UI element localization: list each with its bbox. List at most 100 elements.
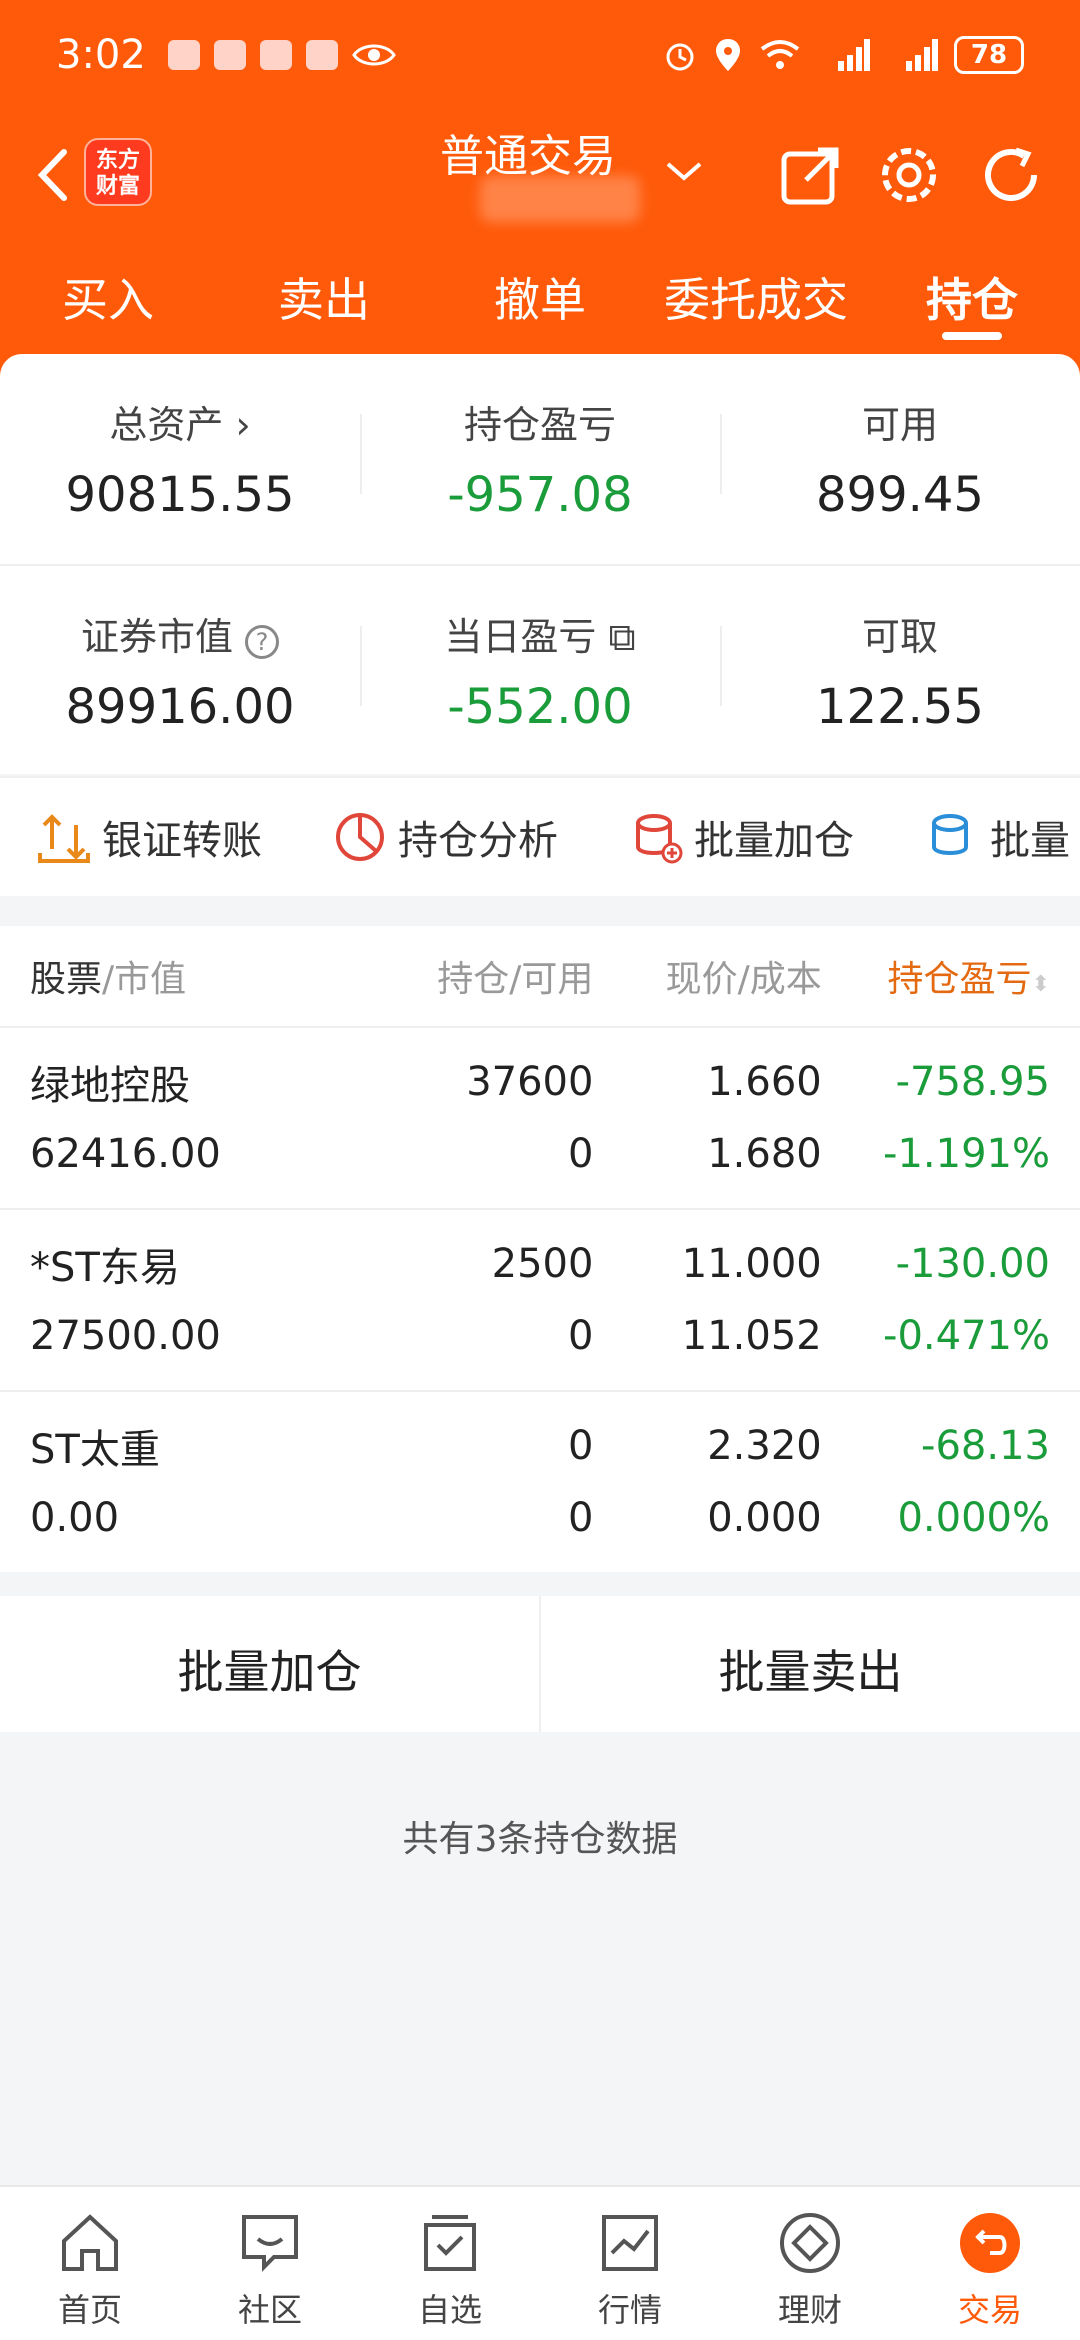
account-masked	[480, 176, 640, 222]
row-pl: -68.13	[921, 1423, 1050, 1469]
tool-batch-add[interactable]: 批量加仓	[628, 808, 854, 866]
nav-home-label: 首页	[57, 2291, 122, 2329]
page-title[interactable]: 普通交易	[440, 120, 616, 184]
batch-add-button[interactable]: 批量加仓	[0, 1596, 539, 1732]
market-value: 证券市值 ? 89916.00	[0, 566, 360, 774]
tab-orders[interactable]: 委托成交	[648, 240, 864, 350]
row-market-value: 0.00	[30, 1495, 120, 1541]
tab-sell[interactable]: 卖出	[216, 240, 432, 350]
row-market-value: 62416.00	[30, 1131, 221, 1177]
pie-chart-icon	[336, 813, 384, 861]
total-assets[interactable]: 总资产 › 90815.55	[0, 354, 360, 564]
row-stock-name: *ST东易	[30, 1245, 180, 1291]
available-label: 可用	[861, 403, 938, 447]
trend-chart-icon	[602, 2215, 658, 2271]
position-pl: 持仓盈亏 -957.08	[360, 354, 720, 564]
account-summary: 总资产 › 90815.55 持仓盈亏 -957.08 可用 899.45 证券…	[0, 354, 1080, 774]
battery-indicator: 78	[954, 36, 1024, 74]
nav-wealth[interactable]: 理财	[720, 2187, 900, 2340]
notification-book-icon	[305, 40, 338, 70]
tool-position-analysis[interactable]: 持仓分析	[332, 808, 558, 866]
row-pl-pct: 0.000%	[897, 1495, 1050, 1541]
row-hold: 37600	[466, 1059, 594, 1105]
brand-logo: 东方财富	[84, 138, 152, 206]
tab-buy[interactable]: 买入	[0, 240, 216, 350]
row-cost: 1.680	[707, 1131, 822, 1177]
row-pl: -758.95	[895, 1059, 1050, 1105]
tab-holdings[interactable]: 持仓	[864, 240, 1080, 350]
total-assets-value: 90815.55	[65, 467, 295, 523]
home-icon	[62, 2214, 118, 2271]
row-pl-pct: -1.191%	[883, 1131, 1050, 1177]
tool-position-analysis-label: 持仓分析	[398, 818, 558, 864]
row-available: 0	[567, 1131, 594, 1177]
notification-book-icon	[167, 40, 200, 70]
tools-row: 银证转账 持仓分析 批量加仓 批量	[0, 776, 1080, 896]
position-pl-label: 持仓盈亏	[463, 403, 616, 447]
help-icon[interactable]: ?	[245, 625, 280, 659]
row-cost: 0.000	[707, 1495, 822, 1541]
nav-home[interactable]: 首页	[0, 2187, 180, 2340]
diamond-icon	[780, 2213, 840, 2273]
table-row[interactable]: *ST东易 2500 11.000 -130.00 27500.00 0 11.…	[0, 1208, 1080, 1390]
tab-cancel[interactable]: 撤单	[432, 240, 648, 350]
daily-pl-label: 当日盈亏	[444, 615, 597, 659]
app-header: 东方财富 普通交易	[0, 110, 1080, 240]
alarm-icon	[666, 43, 694, 71]
checklist-icon	[424, 2215, 476, 2271]
status-time: 3:02	[56, 32, 146, 78]
header-stock-sub: /市值	[102, 959, 187, 1000]
back-button[interactable]	[24, 140, 84, 210]
tool-batch-more[interactable]: 批量	[924, 808, 1070, 866]
daily-pl[interactable]: 当日盈亏 ⧉ -552.00	[360, 566, 720, 774]
nav-market[interactable]: 行情	[540, 2187, 720, 2340]
location-icon	[716, 39, 740, 71]
tool-batch-add-label: 批量加仓	[694, 818, 854, 864]
withdrawable-funds: 可取 122.55	[720, 566, 1080, 774]
header-stock: 股票	[30, 959, 103, 1000]
tool-batch-more-label: 批量	[990, 818, 1070, 864]
daily-pl-value: -552.00	[447, 679, 633, 735]
refresh-icon[interactable]	[976, 140, 1046, 210]
notification-book-icon	[213, 40, 246, 70]
nav-watchlist[interactable]: 自选	[360, 2187, 540, 2340]
total-assets-label: 总资产	[109, 403, 224, 447]
coin-stack-icon	[932, 814, 968, 855]
row-hold: 0	[567, 1423, 594, 1469]
bottom-nav: 首页 社区 自选 行情 理财 交易	[0, 2185, 1080, 2340]
row-hold: 2500	[491, 1241, 594, 1287]
row-available: 0	[567, 1495, 594, 1541]
status-bar: 3:02 78	[0, 0, 1080, 110]
row-price: 1.660	[707, 1059, 822, 1105]
gear-icon[interactable]	[874, 140, 944, 210]
notification-app-icon	[259, 40, 292, 70]
available-value: 899.45	[816, 467, 984, 523]
share-icon[interactable]	[776, 140, 846, 210]
external-link-icon: ⧉	[608, 615, 636, 659]
row-stock-name: ST太重	[30, 1427, 160, 1473]
batch-sell-button[interactable]: 批量卖出	[539, 1596, 1080, 1732]
chevron-down-icon[interactable]	[662, 156, 706, 186]
coin-stack-add-icon	[636, 814, 683, 864]
available-funds: 可用 899.45	[720, 354, 1080, 564]
nav-trade-label: 交易	[957, 2291, 1022, 2329]
nav-community-label: 社区	[237, 2291, 302, 2329]
withdrawable-label: 可取	[861, 615, 938, 659]
header-pl-sort[interactable]: 持仓盈亏⬍	[822, 950, 1050, 1002]
tool-bank-transfer[interactable]: 银证转账	[36, 808, 262, 866]
table-row[interactable]: 绿地控股 37600 1.660 -758.95 62416.00 0 1.68…	[0, 1026, 1080, 1208]
table-row[interactable]: ST太重 0 2.320 -68.13 0.00 0 0.000 0.000%	[0, 1390, 1080, 1572]
header-price: 现价/成本	[665, 959, 822, 1000]
header-pl: 持仓盈亏	[887, 959, 1032, 1000]
nav-community[interactable]: 社区	[180, 2187, 360, 2340]
market-value-label: 证券市值	[80, 615, 233, 659]
sort-icon: ⬍	[1031, 972, 1050, 997]
signal-5g-icon	[906, 39, 938, 71]
withdrawable-value: 122.55	[816, 679, 984, 735]
nav-wealth-label: 理财	[777, 2291, 842, 2329]
signal-4g-icon	[838, 39, 870, 71]
table-header: 股票/市值 持仓/可用 现价/成本 持仓盈亏⬍	[0, 926, 1080, 1026]
position-pl-value: -957.08	[447, 467, 633, 523]
nav-trade[interactable]: 交易	[900, 2187, 1080, 2340]
chevron-right-icon: ›	[235, 403, 251, 447]
